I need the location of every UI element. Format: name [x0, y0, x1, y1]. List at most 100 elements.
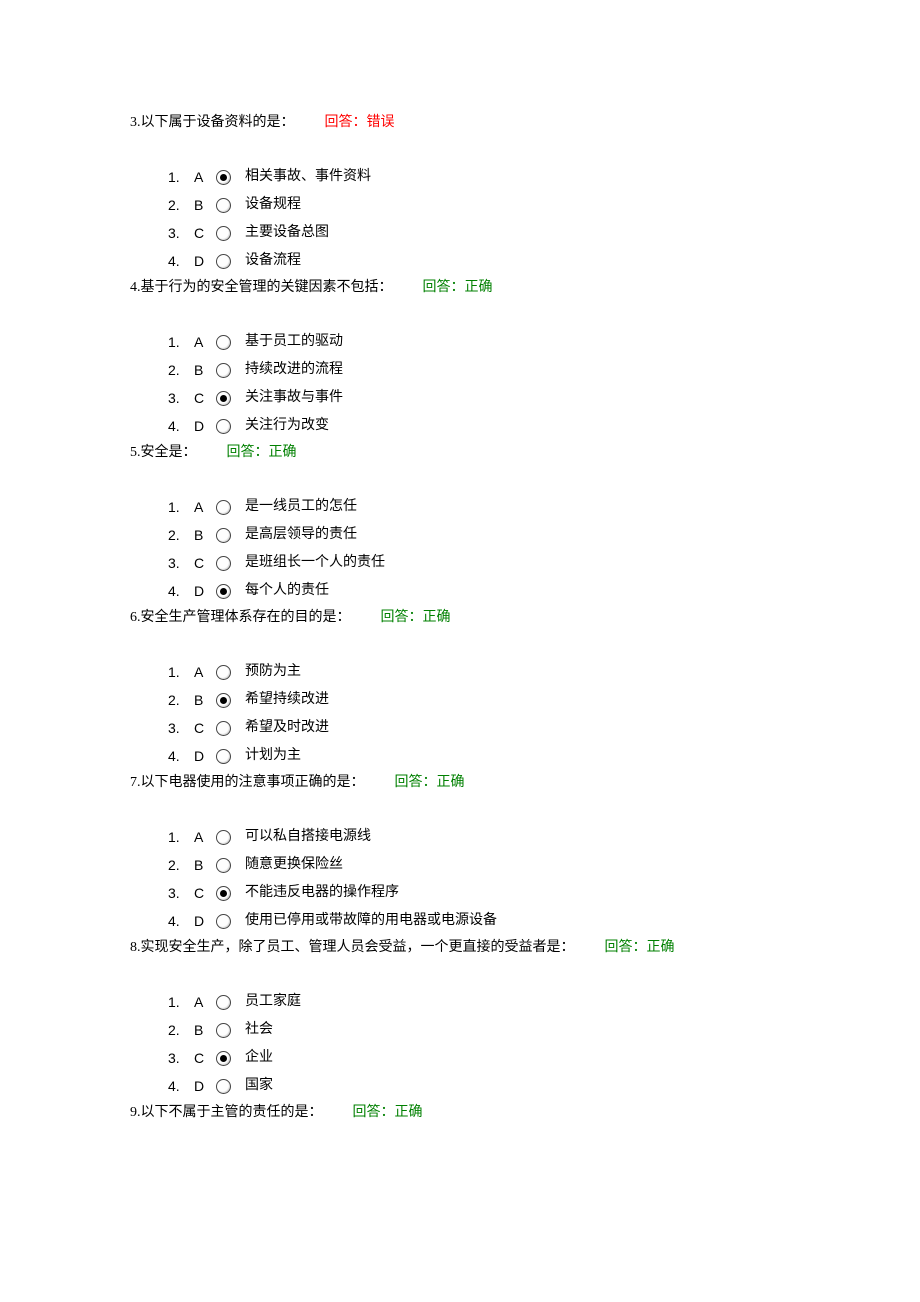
options-list: 1.A可以私自搭接电源线2.B随意更换保险丝3.C不能违反电器的操作程序4.D使… [168, 823, 790, 935]
option-text: 预防为主 [245, 658, 301, 686]
option-letter: A [194, 823, 212, 851]
radio-icon[interactable] [216, 556, 231, 571]
question-header: 8.实现安全生产，除了员工、管理人员会受益，一个更直接的受益者是： 回答：正确 [130, 937, 790, 958]
radio-icon[interactable] [216, 335, 231, 350]
option-index: 1. [168, 163, 194, 191]
option-index: 3. [168, 1044, 194, 1072]
question-number: 7. [130, 775, 141, 790]
answer-value: 正确 [395, 1105, 423, 1120]
option-letter: D [194, 1072, 212, 1100]
answer-value: 正确 [647, 940, 675, 955]
radio-icon[interactable] [216, 721, 231, 736]
radio-icon[interactable] [216, 170, 231, 185]
option-letter: D [194, 907, 212, 935]
option-text: 主要设备总图 [245, 219, 329, 247]
answer-prefix: 回答： [353, 1105, 395, 1120]
question-header: 4.基于行为的安全管理的关键因素不包括：回答：正确 [130, 277, 790, 298]
question-text: 实现安全生产，除了员工、管理人员会受益，一个更直接的受益者是： [141, 940, 575, 955]
option-text: 基于员工的驱动 [245, 328, 343, 356]
radio-icon[interactable] [216, 226, 231, 241]
option-index: 2. [168, 1016, 194, 1044]
question-header: 9.以下不属于主管的责任的是：回答：正确 [130, 1102, 790, 1123]
option-row: 2.B设备规程 [168, 191, 790, 219]
option-letter: C [194, 1044, 212, 1072]
radio-icon[interactable] [216, 528, 231, 543]
radio-icon[interactable] [216, 500, 231, 515]
answer-prefix: 回答： [605, 940, 647, 955]
option-index: 4. [168, 247, 194, 275]
option-letter: C [194, 879, 212, 907]
radio-icon[interactable] [216, 693, 231, 708]
answer-prefix: 回答： [325, 115, 367, 130]
option-index: 2. [168, 851, 194, 879]
option-index: 1. [168, 658, 194, 686]
option-row: 2.B持续改进的流程 [168, 356, 790, 384]
option-text: 关注事故与事件 [245, 384, 343, 412]
radio-icon[interactable] [216, 858, 231, 873]
radio-icon[interactable] [216, 584, 231, 599]
option-text: 使用已停用或带故障的用电器或电源设备 [245, 907, 497, 935]
option-text: 是高层领导的责任 [245, 521, 357, 549]
question-header: 5.安全是：回答：正确 [130, 442, 790, 463]
option-text: 相关事故、事件资料 [245, 163, 371, 191]
radio-icon[interactable] [216, 1051, 231, 1066]
option-row: 2.B社会 [168, 1016, 790, 1044]
option-index: 1. [168, 823, 194, 851]
radio-icon[interactable] [216, 995, 231, 1010]
option-text: 每个人的责任 [245, 577, 329, 605]
option-row: 1.A可以私自搭接电源线 [168, 823, 790, 851]
answer-prefix: 回答： [227, 445, 269, 460]
question-header: 7.以下电器使用的注意事项正确的是：回答：正确 [130, 772, 790, 793]
answer-status: 回答：正确 [605, 940, 675, 955]
option-letter: D [194, 742, 212, 770]
option-text: 持续改进的流程 [245, 356, 343, 384]
option-index: 3. [168, 549, 194, 577]
question-number: 6. [130, 610, 141, 625]
answer-prefix: 回答： [381, 610, 423, 625]
option-row: 4.D关注行为改变 [168, 412, 790, 440]
answer-value: 错误 [367, 115, 395, 130]
question-header: 6.安全生产管理体系存在的目的是：回答：正确 [130, 607, 790, 628]
option-index: 4. [168, 742, 194, 770]
answer-value: 正确 [465, 280, 493, 295]
radio-icon[interactable] [216, 391, 231, 406]
radio-icon[interactable] [216, 363, 231, 378]
radio-icon[interactable] [216, 1079, 231, 1094]
question-number: 5. [130, 445, 141, 460]
radio-icon[interactable] [216, 830, 231, 845]
option-text: 计划为主 [245, 742, 301, 770]
radio-icon[interactable] [216, 254, 231, 269]
option-index: 4. [168, 577, 194, 605]
answer-value: 正确 [269, 445, 297, 460]
option-index: 3. [168, 384, 194, 412]
question-text: 以下电器使用的注意事项正确的是： [141, 775, 365, 790]
option-letter: D [194, 412, 212, 440]
radio-icon[interactable] [216, 886, 231, 901]
option-index: 1. [168, 493, 194, 521]
radio-icon[interactable] [216, 914, 231, 929]
radio-icon[interactable] [216, 1023, 231, 1038]
question-text: 以下属于设备资料的是： [141, 115, 295, 130]
option-text: 员工家庭 [245, 988, 301, 1016]
option-letter: A [194, 493, 212, 521]
option-row: 3.C企业 [168, 1044, 790, 1072]
answer-prefix: 回答： [423, 280, 465, 295]
option-index: 4. [168, 1072, 194, 1100]
option-text: 设备规程 [245, 191, 301, 219]
option-row: 1.A相关事故、事件资料 [168, 163, 790, 191]
radio-icon[interactable] [216, 419, 231, 434]
radio-icon[interactable] [216, 665, 231, 680]
option-letter: D [194, 577, 212, 605]
answer-status: 回答：错误 [325, 115, 395, 130]
answer-status: 回答：正确 [227, 445, 297, 460]
option-row: 4.D国家 [168, 1072, 790, 1100]
option-index: 1. [168, 988, 194, 1016]
option-text: 希望持续改进 [245, 686, 329, 714]
radio-icon[interactable] [216, 749, 231, 764]
radio-icon[interactable] [216, 198, 231, 213]
option-letter: B [194, 851, 212, 879]
option-index: 3. [168, 879, 194, 907]
question-text: 以下不属于主管的责任的是： [141, 1105, 323, 1120]
option-letter: B [194, 521, 212, 549]
question-number: 8. [130, 940, 141, 955]
